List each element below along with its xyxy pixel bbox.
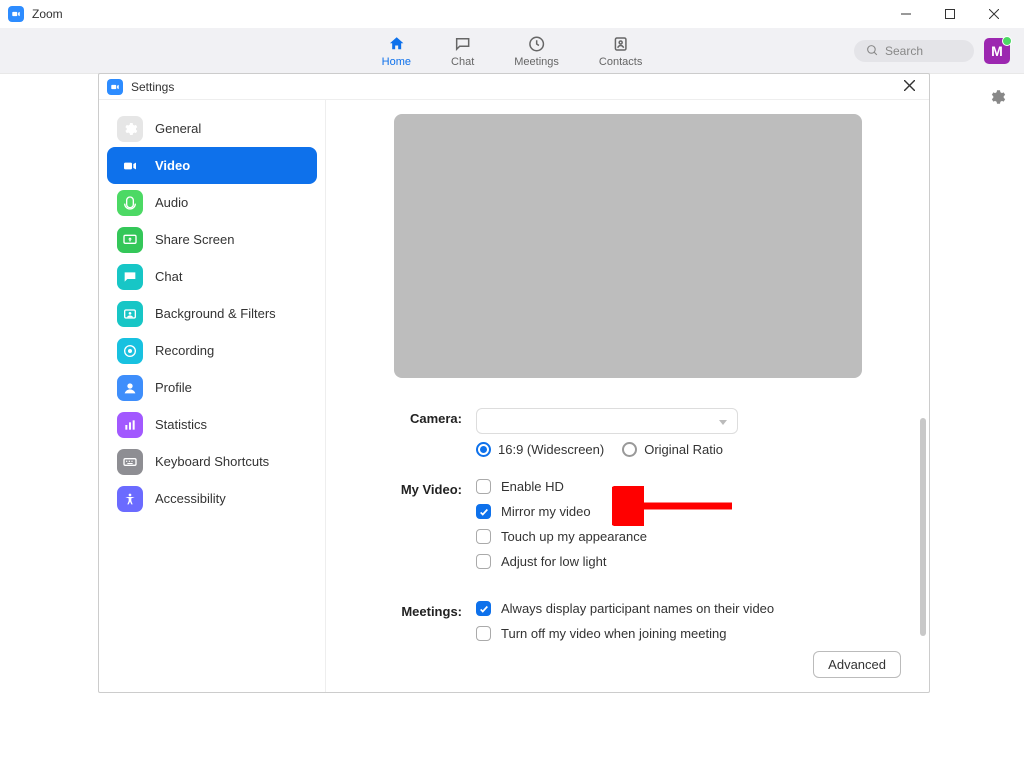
- camera-label: Camera:: [356, 408, 476, 457]
- gear-icon: [117, 116, 143, 142]
- gear-icon: [988, 88, 1006, 106]
- settings-content: Camera: 16:9 (Widescreen)Original Ratio …: [326, 100, 929, 692]
- radio-original-ratio[interactable]: Original Ratio: [622, 442, 723, 457]
- sidebar-item-label: Chat: [155, 269, 182, 284]
- checkbox-label: Turn off my video when joining meeting: [501, 626, 726, 641]
- checkbox-icon: [476, 626, 491, 641]
- sidebar-item-background-filters[interactable]: Background & Filters: [107, 295, 317, 332]
- checkbox-label: Adjust for low light: [501, 554, 607, 569]
- chat-icon: [454, 34, 472, 54]
- minimize-button[interactable]: [884, 0, 928, 28]
- sidebar-item-label: General: [155, 121, 201, 136]
- stats-icon: [117, 412, 143, 438]
- a11y-icon: [117, 486, 143, 512]
- checkbox-mirror-my-video[interactable]: Mirror my video: [476, 504, 899, 519]
- top-nav: Home Chat Meetings Contacts Search M: [0, 28, 1024, 74]
- settings-sidebar: General Video Audio Share Screen Chat Backgro…: [99, 100, 326, 692]
- home-icon: [386, 34, 406, 54]
- checkbox-label: Touch up my appearance: [501, 529, 647, 544]
- sidebar-item-label: Video: [155, 158, 190, 173]
- checkbox-turn-off-my-video-when-joining-meeting[interactable]: Turn off my video when joining meeting: [476, 626, 899, 641]
- audio-icon: [117, 190, 143, 216]
- app-title: Zoom: [32, 7, 63, 21]
- checkbox-adjust-for-low-light[interactable]: Adjust for low light: [476, 554, 899, 569]
- chat-icon: [117, 264, 143, 290]
- sidebar-item-video[interactable]: Video: [107, 147, 317, 184]
- checkbox-enable-hd[interactable]: Enable HD: [476, 479, 899, 494]
- avatar-initial: M: [991, 43, 1003, 59]
- sidebar-item-chat[interactable]: Chat: [107, 258, 317, 295]
- zoom-app-icon: [107, 79, 123, 95]
- titlebar: Zoom: [0, 0, 1024, 28]
- sidebar-item-accessibility[interactable]: Accessibility: [107, 480, 317, 517]
- sidebar-item-label: Recording: [155, 343, 214, 358]
- nav-home[interactable]: Home: [382, 34, 411, 68]
- sidebar-item-profile[interactable]: Profile: [107, 369, 317, 406]
- myvideo-label: My Video:: [356, 479, 476, 579]
- checkbox-icon: [476, 504, 491, 519]
- checkbox-label: Mirror my video: [501, 504, 591, 519]
- nav-label: Meetings: [514, 56, 559, 68]
- avatar[interactable]: M: [984, 38, 1010, 64]
- radio-label: 16:9 (Widescreen): [498, 442, 604, 457]
- sidebar-item-label: Accessibility: [155, 491, 226, 506]
- nav-chat[interactable]: Chat: [451, 34, 474, 68]
- nav-label: Chat: [451, 56, 474, 68]
- sidebar-item-share-screen[interactable]: Share Screen: [107, 221, 317, 258]
- radio-dot: [622, 442, 637, 457]
- keyboard-icon: [117, 449, 143, 475]
- checkbox-label: Always display participant names on thei…: [501, 601, 774, 616]
- profile-icon: [117, 375, 143, 401]
- sidebar-item-audio[interactable]: Audio: [107, 184, 317, 221]
- settings-titlebar: Settings: [99, 74, 929, 100]
- scrollbar-thumb[interactable]: [920, 418, 926, 636]
- window-controls: [884, 0, 1016, 28]
- sidebar-item-label: Profile: [155, 380, 192, 395]
- search-input[interactable]: Search: [854, 40, 974, 62]
- checkbox-icon: [476, 479, 491, 494]
- bg-icon: [117, 301, 143, 327]
- sidebar-item-label: Statistics: [155, 417, 207, 432]
- radio-16-9-widescreen-[interactable]: 16:9 (Widescreen): [476, 442, 604, 457]
- settings-window: Settings General Video Audio Share Screen Ch…: [98, 73, 930, 693]
- radio-dot: [476, 442, 491, 457]
- settings-title: Settings: [131, 80, 174, 94]
- sidebar-item-label: Share Screen: [155, 232, 235, 247]
- maximize-button[interactable]: [928, 0, 972, 28]
- checkbox-touch-up-my-appearance[interactable]: Touch up my appearance: [476, 529, 899, 544]
- sidebar-item-recording[interactable]: Recording: [107, 332, 317, 369]
- sidebar-item-keyboard-shortcuts[interactable]: Keyboard Shortcuts: [107, 443, 317, 480]
- settings-close-button[interactable]: [898, 76, 921, 98]
- sidebar-item-label: Keyboard Shortcuts: [155, 454, 269, 469]
- nav-meetings[interactable]: Meetings: [514, 34, 559, 68]
- contacts-icon: [612, 34, 630, 54]
- close-button[interactable]: [972, 0, 1016, 28]
- meetings-label: Meetings:: [356, 601, 476, 651]
- checkbox-label: Enable HD: [501, 479, 564, 494]
- radio-label: Original Ratio: [644, 442, 723, 457]
- settings-gear-button[interactable]: [988, 88, 1006, 111]
- nav-label: Home: [382, 56, 411, 68]
- camera-select[interactable]: [476, 408, 738, 434]
- search-placeholder: Search: [885, 44, 923, 58]
- zoom-app-icon: [8, 6, 24, 22]
- nav-contacts[interactable]: Contacts: [599, 34, 642, 68]
- checkbox-icon: [476, 554, 491, 569]
- checkbox-icon: [476, 601, 491, 616]
- share-icon: [117, 227, 143, 253]
- video-preview: [394, 114, 862, 378]
- video-icon: [117, 153, 143, 179]
- sidebar-item-statistics[interactable]: Statistics: [107, 406, 317, 443]
- checkbox-icon: [476, 529, 491, 544]
- checkbox-always-display-participant-names-on-their-video[interactable]: Always display participant names on thei…: [476, 601, 899, 616]
- rec-icon: [117, 338, 143, 364]
- clock-icon: [528, 34, 546, 54]
- sidebar-item-label: Background & Filters: [155, 306, 276, 321]
- sidebar-item-label: Audio: [155, 195, 188, 210]
- nav-label: Contacts: [599, 56, 642, 68]
- search-icon: [866, 44, 879, 57]
- sidebar-item-general[interactable]: General: [107, 110, 317, 147]
- advanced-button[interactable]: Advanced: [813, 651, 901, 678]
